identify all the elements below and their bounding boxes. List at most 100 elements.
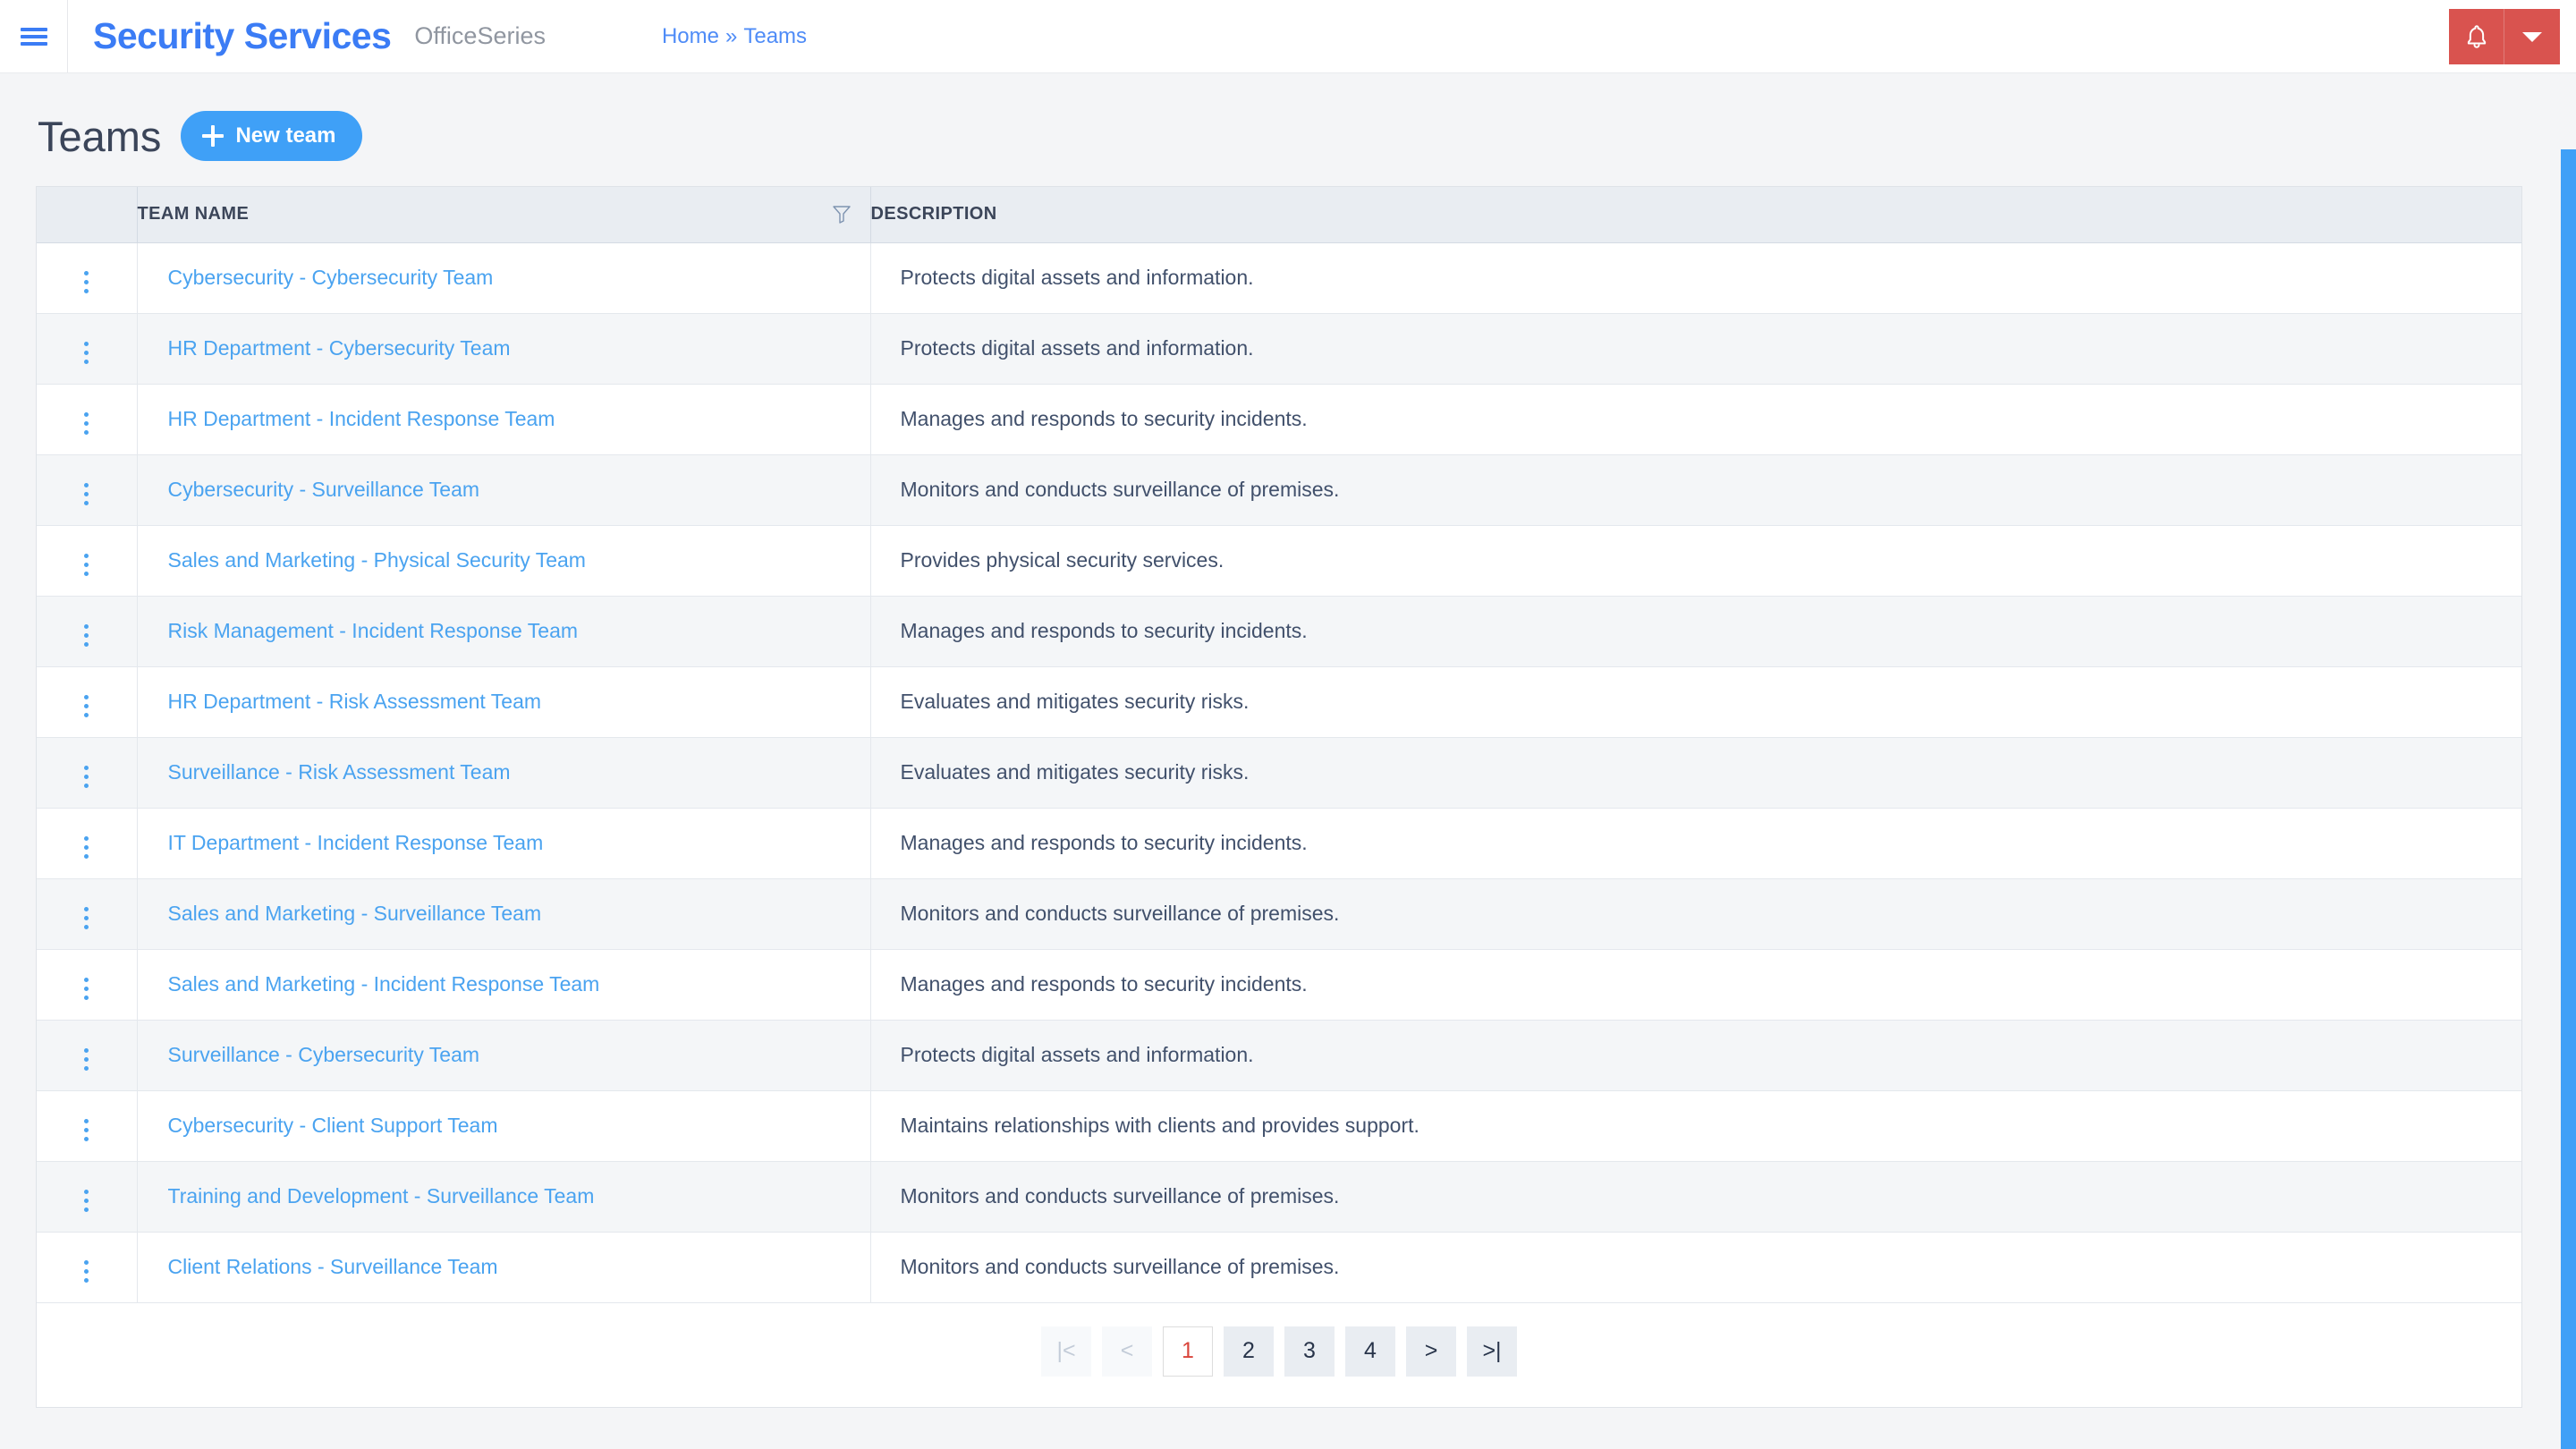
pagination-page-3[interactable]: 3 bbox=[1284, 1326, 1335, 1377]
team-description-cell: Manages and responds to security inciden… bbox=[869, 808, 2521, 879]
pagination-next-button[interactable]: > bbox=[1406, 1326, 1456, 1377]
team-name-cell: Cybersecurity - Surveillance Team bbox=[137, 454, 870, 526]
row-actions-cell bbox=[37, 1020, 138, 1091]
new-team-button[interactable]: New team bbox=[181, 111, 363, 161]
team-name-link[interactable]: Cybersecurity - Surveillance Team bbox=[168, 478, 480, 501]
team-name-cell: HR Department - Incident Response Team bbox=[137, 384, 870, 455]
row-actions-cell bbox=[37, 596, 138, 667]
notifications-button[interactable] bbox=[2449, 9, 2504, 64]
hamburger-bar bbox=[20, 34, 47, 38]
team-description-cell: Manages and responds to security inciden… bbox=[869, 596, 2521, 667]
team-name-link[interactable]: Training and Development - Surveillance … bbox=[168, 1184, 595, 1208]
team-description-cell: Monitors and conducts surveillance of pr… bbox=[869, 1232, 2521, 1303]
table-row: Sales and Marketing - Surveillance Team M… bbox=[37, 878, 2521, 950]
team-name-cell: HR Department - Risk Assessment Team bbox=[137, 666, 870, 738]
table-row: Training and Development - Surveillance … bbox=[37, 1161, 2521, 1233]
team-name-link[interactable]: IT Department - Incident Response Team bbox=[168, 831, 544, 854]
table-row: Sales and Marketing - Incident Response … bbox=[37, 949, 2521, 1021]
table-row: Surveillance - Risk Assessment Team Evalu… bbox=[37, 737, 2521, 809]
row-actions-cell bbox=[37, 1090, 138, 1162]
team-name-link[interactable]: Cybersecurity - Client Support Team bbox=[168, 1114, 498, 1137]
three-dots-vertical-icon[interactable] bbox=[72, 407, 101, 440]
team-name-link[interactable]: Client Relations - Surveillance Team bbox=[168, 1255, 498, 1278]
team-description-cell: Evaluates and mitigates security risks. bbox=[869, 666, 2521, 738]
team-name-link[interactable]: Sales and Marketing - Physical Security … bbox=[168, 548, 586, 572]
team-name-cell: Surveillance - Cybersecurity Team bbox=[137, 1020, 870, 1091]
three-dots-vertical-icon[interactable] bbox=[72, 478, 101, 511]
three-dots-vertical-icon[interactable] bbox=[72, 1184, 101, 1217]
page-scrollbar-track[interactable] bbox=[2556, 148, 2576, 1449]
table-row: IT Department - Incident Response Team Ma… bbox=[37, 808, 2521, 879]
row-actions-cell bbox=[37, 878, 138, 950]
hamburger-bar bbox=[20, 27, 47, 31]
team-name-link[interactable]: Sales and Marketing - Surveillance Team bbox=[168, 902, 542, 925]
three-dots-vertical-icon[interactable] bbox=[72, 266, 101, 299]
table-row: HR Department - Risk Assessment Team Eval… bbox=[37, 666, 2521, 738]
hamburger-menu-icon[interactable] bbox=[0, 0, 68, 72]
team-name-link[interactable]: HR Department - Incident Response Team bbox=[168, 407, 555, 430]
three-dots-vertical-icon[interactable] bbox=[72, 902, 101, 935]
row-actions-cell bbox=[37, 313, 138, 385]
row-actions-cell bbox=[37, 384, 138, 455]
team-name-link[interactable]: HR Department - Risk Assessment Team bbox=[168, 690, 542, 713]
new-team-button-label: New team bbox=[235, 123, 336, 148]
page-header: Teams New team bbox=[36, 73, 2540, 186]
team-name-link[interactable]: Sales and Marketing - Incident Response … bbox=[168, 972, 600, 996]
team-name-link[interactable]: Surveillance - Risk Assessment Team bbox=[168, 760, 511, 784]
table-row: Client Relations - Surveillance Team Moni… bbox=[37, 1232, 2521, 1303]
breadcrumb-current[interactable]: Teams bbox=[743, 24, 807, 49]
team-name-link[interactable]: Risk Management - Incident Response Team bbox=[168, 619, 579, 642]
navbar-right-actions bbox=[2449, 9, 2560, 64]
three-dots-vertical-icon[interactable] bbox=[72, 1043, 101, 1076]
filter-funnel-icon[interactable] bbox=[832, 205, 851, 225]
column-header-team-name: TEAM NAME bbox=[137, 187, 870, 243]
three-dots-vertical-icon[interactable] bbox=[72, 760, 101, 793]
three-dots-vertical-icon[interactable] bbox=[72, 336, 101, 369]
breadcrumb-home[interactable]: Home bbox=[662, 24, 719, 49]
three-dots-vertical-icon[interactable] bbox=[72, 831, 101, 864]
pagination-last-button[interactable]: >| bbox=[1467, 1326, 1517, 1377]
team-name-link[interactable]: HR Department - Cybersecurity Team bbox=[168, 336, 511, 360]
column-header-description-label: DESCRIPTION bbox=[870, 204, 997, 225]
table-row: Cybersecurity - Surveillance Team Monitor… bbox=[37, 454, 2521, 526]
team-name-cell: Sales and Marketing - Surveillance Team bbox=[137, 878, 870, 950]
row-actions-cell bbox=[37, 666, 138, 738]
team-name-cell: Client Relations - Surveillance Team bbox=[137, 1232, 870, 1303]
page-scrollbar-thumb[interactable] bbox=[2561, 149, 2576, 1449]
row-actions-cell bbox=[37, 949, 138, 1021]
pagination-prev-button[interactable]: < bbox=[1102, 1326, 1152, 1377]
app-title: Security Services bbox=[93, 15, 392, 56]
three-dots-vertical-icon[interactable] bbox=[72, 619, 101, 652]
team-name-link[interactable]: Surveillance - Cybersecurity Team bbox=[168, 1043, 480, 1066]
row-actions-cell bbox=[37, 525, 138, 597]
three-dots-vertical-icon[interactable] bbox=[72, 690, 101, 723]
column-header-description: DESCRIPTION bbox=[869, 187, 2521, 243]
pagination-first-button[interactable]: |< bbox=[1041, 1326, 1091, 1377]
team-name-cell: Sales and Marketing - Incident Response … bbox=[137, 949, 870, 1021]
team-name-cell: IT Department - Incident Response Team bbox=[137, 808, 870, 879]
pagination-page-1[interactable]: 1 bbox=[1163, 1326, 1213, 1377]
three-dots-vertical-icon[interactable] bbox=[72, 972, 101, 1005]
team-name-cell: Training and Development - Surveillance … bbox=[137, 1161, 870, 1233]
app-subtitle: OfficeSeries bbox=[414, 22, 546, 49]
three-dots-vertical-icon[interactable] bbox=[72, 548, 101, 581]
table-row: Sales and Marketing - Physical Security … bbox=[37, 525, 2521, 597]
three-dots-vertical-icon[interactable] bbox=[72, 1255, 101, 1288]
bell-icon bbox=[2467, 25, 2486, 48]
pagination-page-2[interactable]: 2 bbox=[1224, 1326, 1274, 1377]
row-actions-cell bbox=[37, 242, 138, 314]
notifications-dropdown-button[interactable] bbox=[2504, 9, 2560, 64]
team-description-cell: Manages and responds to security inciden… bbox=[869, 384, 2521, 455]
team-description-cell: Maintains relationships with clients and… bbox=[869, 1090, 2521, 1162]
team-name-link[interactable]: Cybersecurity - Cybersecurity Team bbox=[168, 266, 494, 289]
three-dots-vertical-icon[interactable] bbox=[72, 1114, 101, 1147]
row-actions-cell bbox=[37, 454, 138, 526]
team-description-cell: Monitors and conducts surveillance of pr… bbox=[869, 878, 2521, 950]
pagination-page-4[interactable]: 4 bbox=[1345, 1326, 1395, 1377]
row-actions-cell bbox=[37, 808, 138, 879]
table-header-row: TEAM NAME DESCRIPTION bbox=[37, 187, 2521, 243]
team-description-cell: Evaluates and mitigates security risks. bbox=[869, 737, 2521, 809]
plus-icon bbox=[202, 125, 225, 147]
page-content: Teams New team TEAM NAME DESCRIPTION Cyb… bbox=[0, 73, 2576, 1449]
page-title: Teams bbox=[38, 112, 162, 160]
